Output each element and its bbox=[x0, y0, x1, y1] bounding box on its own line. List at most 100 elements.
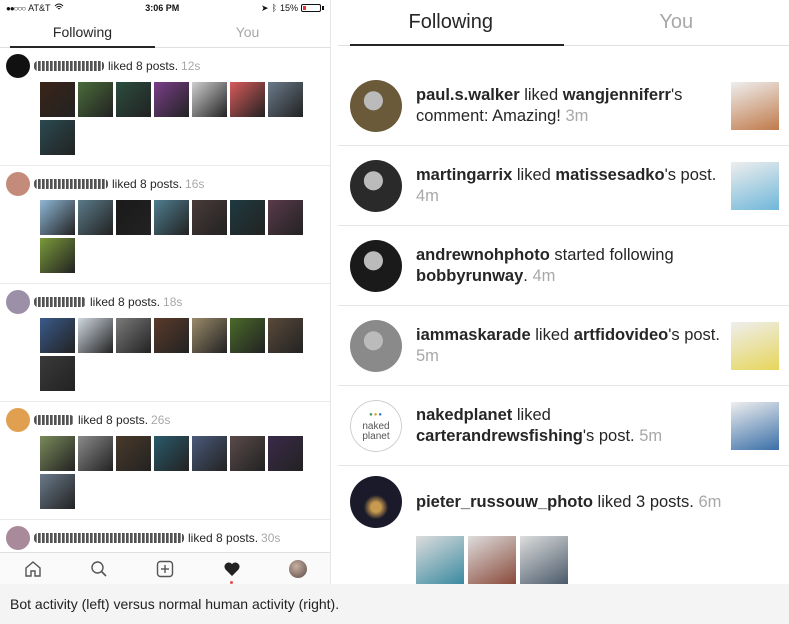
avatar[interactable] bbox=[350, 476, 402, 528]
list-item[interactable]: iammaskarade liked artfidovideo's post. … bbox=[338, 306, 789, 386]
human-activity-list: paul.s.walker liked wangjenniferr's comm… bbox=[338, 66, 789, 584]
post-thumbnail[interactable] bbox=[40, 120, 75, 155]
tab-you[interactable]: You bbox=[165, 16, 330, 47]
post-thumbnail[interactable] bbox=[416, 536, 464, 584]
figure-caption: Bot activity (left) versus normal human … bbox=[0, 584, 789, 624]
post-thumbnail[interactable] bbox=[40, 238, 75, 273]
timestamp: 26s bbox=[151, 413, 171, 427]
action-text: liked bbox=[519, 85, 563, 104]
post-thumbnail[interactable] bbox=[40, 200, 75, 235]
post-thumbnail[interactable] bbox=[268, 436, 303, 471]
post-thumbnail[interactable] bbox=[116, 82, 151, 117]
post-thumbnail[interactable] bbox=[192, 318, 227, 353]
post-thumbnail[interactable] bbox=[230, 200, 265, 235]
carrier-label: AT&T bbox=[28, 3, 51, 13]
post-thumbnail[interactable] bbox=[731, 321, 779, 370]
post-thumbnail[interactable] bbox=[154, 82, 189, 117]
post-thumbnail[interactable] bbox=[40, 474, 75, 509]
post-thumbnail[interactable] bbox=[116, 200, 151, 235]
list-item[interactable]: liked 8 posts. 18s bbox=[0, 284, 330, 402]
post-thumbnail[interactable] bbox=[731, 161, 779, 210]
list-item[interactable]: pieter_russouw_photo liked 3 posts. 6m bbox=[338, 466, 789, 584]
post-thumbnail[interactable] bbox=[78, 318, 113, 353]
post-thumbnail[interactable] bbox=[520, 536, 568, 584]
post-thumbnail[interactable] bbox=[268, 318, 303, 353]
human-activity-screen: Following You paul.s.walker liked wangje… bbox=[338, 0, 789, 584]
post-thumbnail[interactable] bbox=[731, 401, 779, 450]
target-username-link[interactable]: artfidovideo bbox=[574, 326, 668, 344]
add-post-icon[interactable] bbox=[155, 559, 175, 579]
list-item[interactable]: liked 8 posts. 26s bbox=[0, 402, 330, 520]
username-link[interactable]: iammaskarade bbox=[416, 326, 531, 344]
target-username-link[interactable]: bobbyrunway bbox=[416, 267, 523, 285]
list-item[interactable]: liked 8 posts. 16s bbox=[0, 166, 330, 284]
redacted-username bbox=[34, 61, 104, 71]
list-item[interactable]: martingarrix liked matissesadko's post. … bbox=[338, 146, 789, 226]
heart-icon[interactable] bbox=[222, 559, 242, 584]
bot-activity-screen: ●●○○○ AT&T 3:06 PM ➤ ᛒ 15% Following You… bbox=[0, 0, 331, 584]
post-thumbnail[interactable] bbox=[268, 82, 303, 117]
liked-posts-grid bbox=[40, 436, 324, 509]
list-item[interactable]: ●●● naked planet nakedplanet liked carteran… bbox=[338, 386, 789, 466]
battery-icon bbox=[301, 4, 321, 12]
tab-you[interactable]: You bbox=[564, 0, 789, 45]
post-thumbnail[interactable] bbox=[192, 436, 227, 471]
list-item[interactable]: liked 8 posts. 12s bbox=[0, 48, 330, 166]
profile-avatar-icon[interactable] bbox=[288, 559, 308, 579]
timestamp: 4m bbox=[532, 266, 556, 285]
avatar[interactable] bbox=[350, 79, 402, 132]
avatar[interactable] bbox=[6, 290, 30, 314]
avatar[interactable] bbox=[6, 408, 30, 432]
timestamp: 5m bbox=[639, 426, 663, 445]
username-link[interactable]: pieter_russouw_photo bbox=[416, 493, 593, 511]
post-thumbnail[interactable] bbox=[192, 82, 227, 117]
post-thumbnail[interactable] bbox=[731, 81, 779, 130]
post-thumbnail[interactable] bbox=[78, 200, 113, 235]
activity-text: andrewnohphoto started following bobbyru… bbox=[416, 245, 779, 287]
timestamp: 16s bbox=[185, 177, 205, 191]
username-link[interactable]: paul.s.walker bbox=[416, 86, 520, 104]
post-thumbnail[interactable] bbox=[116, 436, 151, 471]
username-link[interactable]: martingarrix bbox=[416, 166, 512, 184]
post-thumbnail[interactable] bbox=[40, 356, 75, 391]
post-thumbnail[interactable] bbox=[116, 318, 151, 353]
search-icon[interactable] bbox=[89, 559, 109, 579]
tab-following[interactable]: Following bbox=[338, 0, 564, 45]
post-thumbnail[interactable] bbox=[154, 436, 189, 471]
post-thumbnail[interactable] bbox=[154, 200, 189, 235]
username-link[interactable]: andrewnohphoto bbox=[416, 246, 550, 264]
post-thumbnail[interactable] bbox=[268, 200, 303, 235]
avatar[interactable] bbox=[350, 239, 402, 292]
tab-following[interactable]: Following bbox=[0, 16, 165, 47]
post-thumbnail[interactable] bbox=[468, 536, 516, 584]
action-detail: 's post. bbox=[668, 325, 720, 344]
home-icon[interactable] bbox=[23, 559, 43, 579]
post-thumbnail[interactable] bbox=[40, 436, 75, 471]
list-item[interactable]: andrewnohphoto started following bobbyru… bbox=[338, 226, 789, 306]
post-thumbnail[interactable] bbox=[192, 200, 227, 235]
post-thumbnail[interactable] bbox=[40, 318, 75, 353]
timestamp: 4m bbox=[416, 186, 439, 205]
post-thumbnail[interactable] bbox=[230, 82, 265, 117]
target-username-link[interactable]: matissesadko bbox=[555, 166, 664, 184]
avatar[interactable] bbox=[350, 159, 402, 212]
bot-activity-list: liked 8 posts. 12s liked 8 posts. 16s liked … bbox=[0, 48, 330, 584]
target-username-link[interactable]: carterandrewsfishing bbox=[416, 427, 583, 445]
avatar[interactable]: ●●● naked planet bbox=[350, 399, 402, 452]
post-thumbnail[interactable] bbox=[230, 436, 265, 471]
active-tab-indicator bbox=[350, 44, 564, 46]
avatar[interactable] bbox=[6, 54, 30, 78]
activity-text: liked 8 posts. bbox=[78, 413, 149, 427]
list-item[interactable]: paul.s.walker liked wangjenniferr's comm… bbox=[338, 66, 789, 146]
logo-text: naked bbox=[362, 420, 390, 432]
post-thumbnail[interactable] bbox=[78, 436, 113, 471]
post-thumbnail[interactable] bbox=[78, 82, 113, 117]
avatar[interactable] bbox=[6, 526, 30, 550]
post-thumbnail[interactable] bbox=[40, 82, 75, 117]
post-thumbnail[interactable] bbox=[154, 318, 189, 353]
target-username-link[interactable]: wangjenniferr bbox=[563, 86, 671, 104]
username-link[interactable]: nakedplanet bbox=[416, 406, 512, 424]
avatar[interactable] bbox=[350, 319, 402, 372]
avatar[interactable] bbox=[6, 172, 30, 196]
post-thumbnail[interactable] bbox=[230, 318, 265, 353]
